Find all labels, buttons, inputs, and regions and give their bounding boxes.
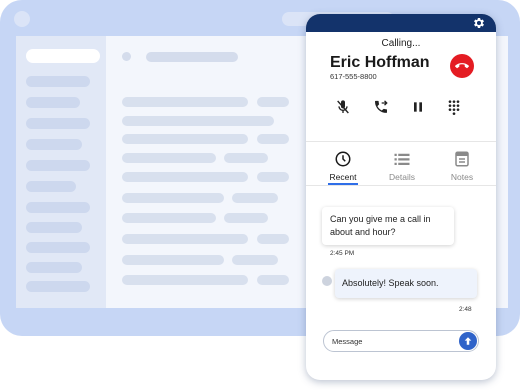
list-icon [394,153,410,165]
placeholder-row [122,234,248,244]
tab-details[interactable]: Details [377,150,427,182]
placeholder-header [146,52,238,62]
notes-icon [455,151,469,167]
placeholder-row [257,234,289,244]
softphone-widget: Calling... Eric Hoffman 617-555-8800 Rec… [306,14,496,380]
window-dot [14,11,30,27]
sidebar-placeholder-item [26,139,82,150]
avatar [322,276,332,286]
mute-icon [337,100,349,114]
placeholder-row [257,172,289,182]
transfer-button[interactable] [372,98,390,116]
pause-icon [414,102,422,112]
placeholder-row [122,116,274,126]
placeholder-row [122,172,248,182]
divider [306,141,496,142]
outgoing-message: Absolutely! Speak soon. [335,269,477,298]
placeholder-row [232,255,278,265]
send-button[interactable] [459,332,477,350]
message-input[interactable] [332,335,452,347]
sidebar-placeholder-item [26,160,90,171]
message-timestamp: 2:48 [459,306,472,313]
placeholder-row [224,213,268,223]
placeholder-dot [122,52,131,61]
sidebar-placeholder-item [26,76,90,87]
placeholder-row [122,193,224,203]
softphone-header-bar [306,14,496,32]
sidebar-placeholder-item [26,49,100,63]
placeholder-row [122,275,248,285]
phone-hangup-icon [455,63,469,69]
message-composer [323,330,479,352]
placeholder-row [257,97,289,107]
sidebar-placeholder-item [26,202,90,213]
tab-label: Recent [329,172,357,182]
call-status: Calling... [381,38,421,49]
tab-notes[interactable]: Notes [437,150,487,182]
sidebar-placeholder-item [26,118,90,129]
background-sidebar [16,36,106,308]
sidebar-placeholder-item [26,262,82,273]
sidebar-placeholder-item [26,222,82,233]
tab-label: Notes [450,172,474,182]
incoming-message: Can you give me a call in about and hour… [322,207,454,245]
placeholder-row [257,275,289,285]
caller-name: Eric Hoffman [330,54,430,71]
placeholder-row [122,134,248,144]
dialpad-icon [448,100,460,115]
dialpad-button[interactable] [445,98,463,116]
clock-icon [335,151,351,167]
sidebar-placeholder-item [26,242,90,253]
transfer-icon [375,100,388,113]
gear-icon[interactable] [472,16,486,30]
pause-button[interactable] [409,98,427,116]
placeholder-row [122,255,224,265]
arrow-up-icon [464,337,472,345]
placeholder-row [122,97,248,107]
divider [306,185,496,186]
hangup-button[interactable] [450,54,474,78]
placeholder-row [122,153,216,163]
placeholder-row [257,134,289,144]
sidebar-placeholder-item [26,181,76,192]
caller-number: 617-555-8800 [330,72,377,81]
tab-label: Details [389,172,415,182]
tab-recent[interactable]: Recent [318,150,368,182]
mute-button[interactable] [334,98,352,116]
placeholder-row [232,193,278,203]
placeholder-row [224,153,268,163]
message-timestamp: 2:45 PM [330,250,355,257]
sidebar-placeholder-item [26,97,80,108]
sidebar-placeholder-item [26,281,90,292]
placeholder-row [122,213,216,223]
